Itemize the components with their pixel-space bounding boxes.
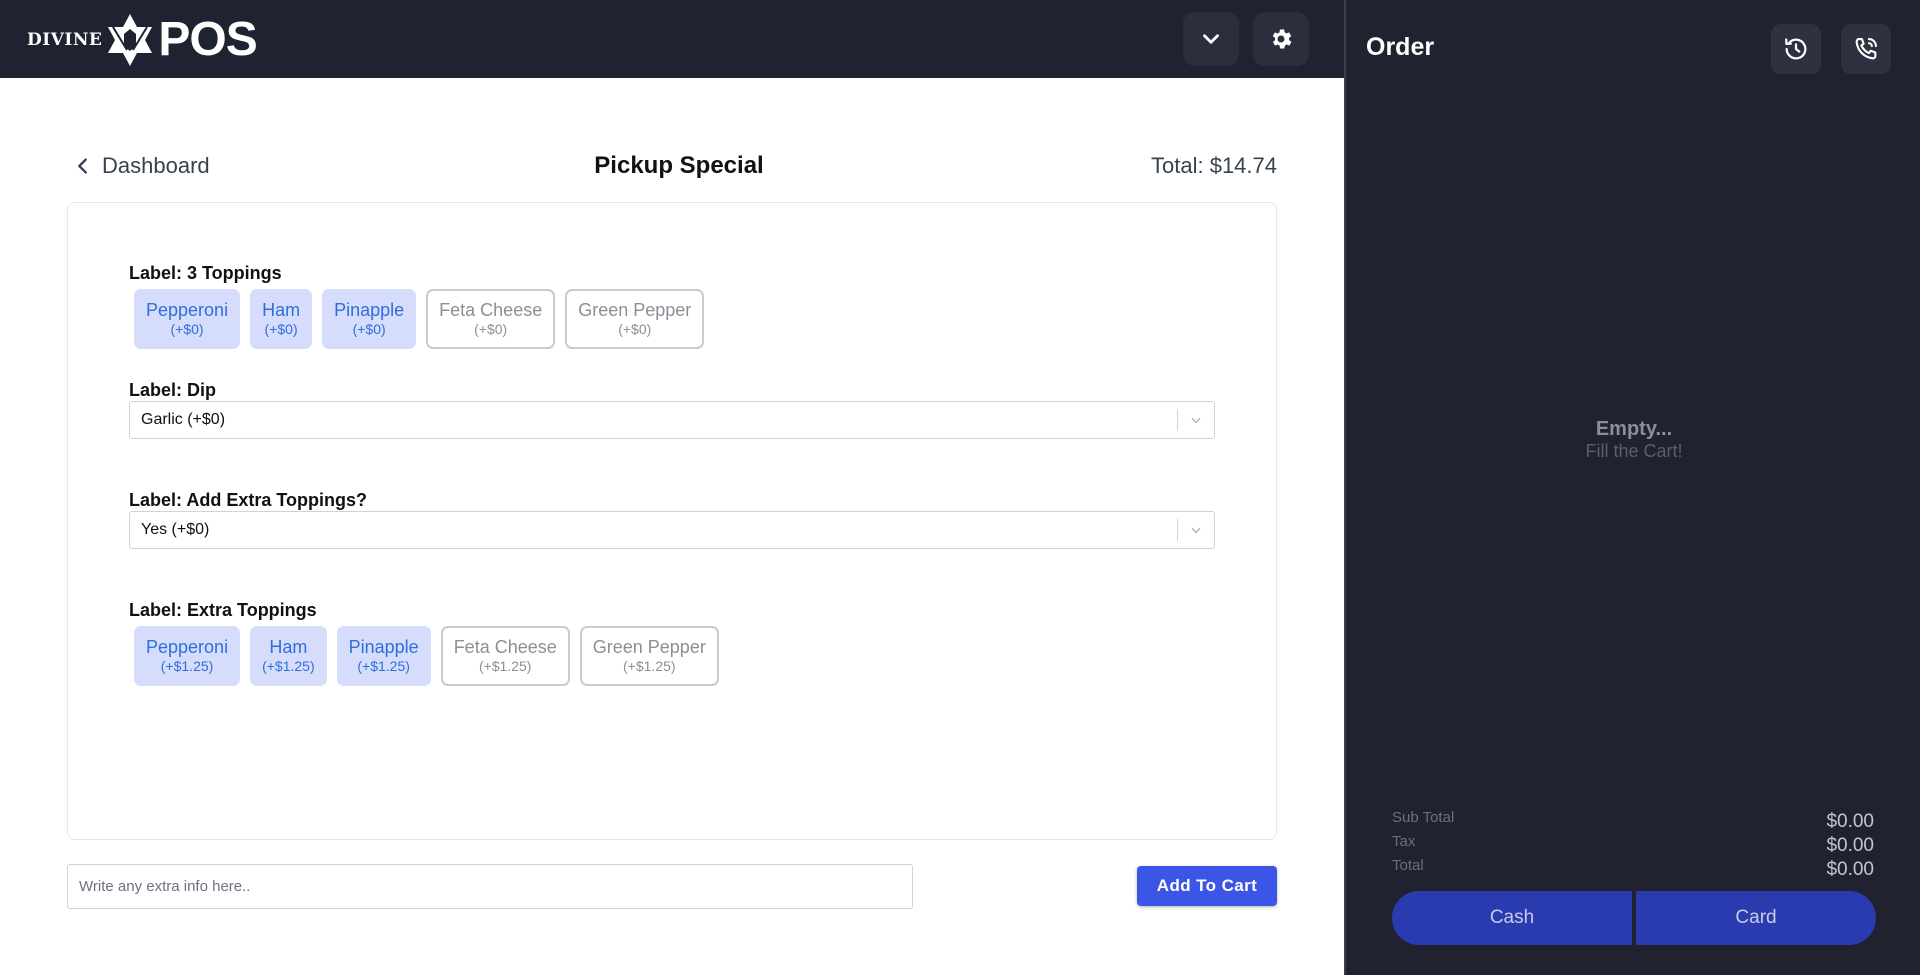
extra-info-input[interactable]: [67, 864, 913, 909]
top-bar: DIVINE POS: [0, 0, 1344, 78]
card-button[interactable]: Card: [1636, 891, 1876, 945]
group-label-3-toppings: Label: 3 Toppings: [129, 263, 282, 283]
history-icon: [1785, 38, 1807, 60]
brand-small-text: DIVINE: [27, 30, 103, 50]
option-name: Green Pepper: [578, 300, 692, 320]
tax-label: Tax: [1392, 833, 1416, 850]
cart-empty-title: Empty...: [1595, 418, 1673, 440]
phone-order-button[interactable]: [1841, 24, 1891, 74]
option-price: (+$0): [474, 321, 508, 337]
option-name: Pinapple: [334, 300, 405, 320]
chevron-down-icon: [1178, 413, 1214, 427]
total-label: Total: [1392, 857, 1424, 874]
total-value: $0.00: [1826, 859, 1874, 880]
option-name: Pepperoni: [146, 300, 229, 320]
option-name: Green Pepper: [592, 637, 706, 657]
cash-button[interactable]: Cash: [1392, 891, 1632, 945]
option-chip[interactable]: Feta Cheese (+$1.25): [440, 626, 570, 686]
option-chip[interactable]: Pinapple (+$1.25): [336, 626, 431, 686]
subtotal-row: Sub Total $0.00: [1392, 809, 1874, 833]
option-price: (+$1.25): [623, 658, 676, 674]
order-panel: Order Empty... Fill the Cart! Sub Total …: [1344, 0, 1920, 975]
option-name: Ham: [262, 300, 301, 320]
option-price: (+$1.25): [357, 658, 410, 674]
add-extra-select-value: Yes (+$0): [141, 521, 210, 538]
group-label-dip: Label: Dip: [129, 380, 217, 400]
add-to-cart-button[interactable]: Add To Cart: [1137, 866, 1277, 906]
brand-big-text: POS: [158, 13, 257, 66]
settings-button[interactable]: [1253, 12, 1309, 66]
star-logo-icon: [108, 14, 153, 66]
phone-call-icon: [1855, 38, 1877, 60]
main-content: Dashboard Pickup Special Total: $14.74 L…: [0, 78, 1344, 975]
dip-select-value: Garlic (+$0): [141, 411, 226, 428]
total-row: Total $0.00: [1392, 857, 1874, 881]
group-label-add-extra: Label: Add Extra Toppings?: [129, 490, 367, 510]
options-card: Label: 3 Toppings Pepperoni (+$0) Ham (+$0…: [67, 202, 1277, 840]
item-total: Total: $14.74: [1151, 153, 1277, 178]
dropdown-button[interactable]: [1183, 12, 1239, 66]
chip-list-3-toppings: Pepperoni (+$0) Ham (+$0) Pinapple (+$0) Fe…: [134, 289, 705, 349]
gear-icon: [1272, 29, 1292, 49]
option-name: Pepperoni: [146, 637, 229, 657]
option-chip[interactable]: Green Pepper (+$1.25): [579, 626, 719, 686]
tax-row: Tax $0.00: [1392, 833, 1874, 857]
group-label-extra-toppings: Label: Extra Toppings: [129, 600, 317, 620]
option-price: (+$1.25): [262, 658, 315, 674]
option-name: Ham: [269, 637, 308, 657]
subtotal-value: $0.00: [1826, 811, 1874, 832]
option-chip[interactable]: Pepperoni (+$1.25): [134, 626, 241, 686]
cart-empty-subtitle: Fill the Cart!: [1585, 441, 1683, 461]
order-history-button[interactable]: [1771, 24, 1821, 74]
option-chip[interactable]: Ham (+$0): [250, 289, 313, 349]
option-name: Feta Cheese: [439, 300, 543, 320]
option-chip[interactable]: Pepperoni (+$0): [134, 289, 241, 349]
option-chip[interactable]: Pinapple (+$0): [322, 289, 417, 349]
option-price: (+$0): [170, 321, 204, 337]
option-price: (+$0): [264, 321, 298, 337]
chip-list-extra-toppings: Pepperoni (+$1.25) Ham (+$1.25) Pinapple (+…: [134, 626, 719, 686]
dip-select[interactable]: Garlic (+$0): [129, 401, 1215, 439]
option-price: (+$0): [352, 321, 386, 337]
tax-value: $0.00: [1826, 835, 1874, 856]
add-extra-toppings-select[interactable]: Yes (+$0): [129, 511, 1215, 549]
subtotal-label: Sub Total: [1392, 809, 1455, 826]
chevron-down-icon: [1203, 34, 1219, 44]
option-name: Pinapple: [348, 637, 419, 657]
option-chip[interactable]: Feta Cheese (+$0): [426, 289, 556, 349]
option-name: Feta Cheese: [453, 637, 557, 657]
order-title: Order: [1366, 33, 1435, 61]
option-price: (+$1.25): [160, 658, 214, 674]
option-chip[interactable]: Ham (+$1.25): [250, 626, 327, 686]
chevron-down-icon: [1178, 523, 1214, 537]
option-chip[interactable]: Green Pepper (+$0): [565, 289, 705, 349]
option-price: (+$1.25): [478, 658, 532, 674]
option-price: (+$0): [618, 321, 652, 337]
brand-logo[interactable]: DIVINE POS: [27, 12, 258, 68]
